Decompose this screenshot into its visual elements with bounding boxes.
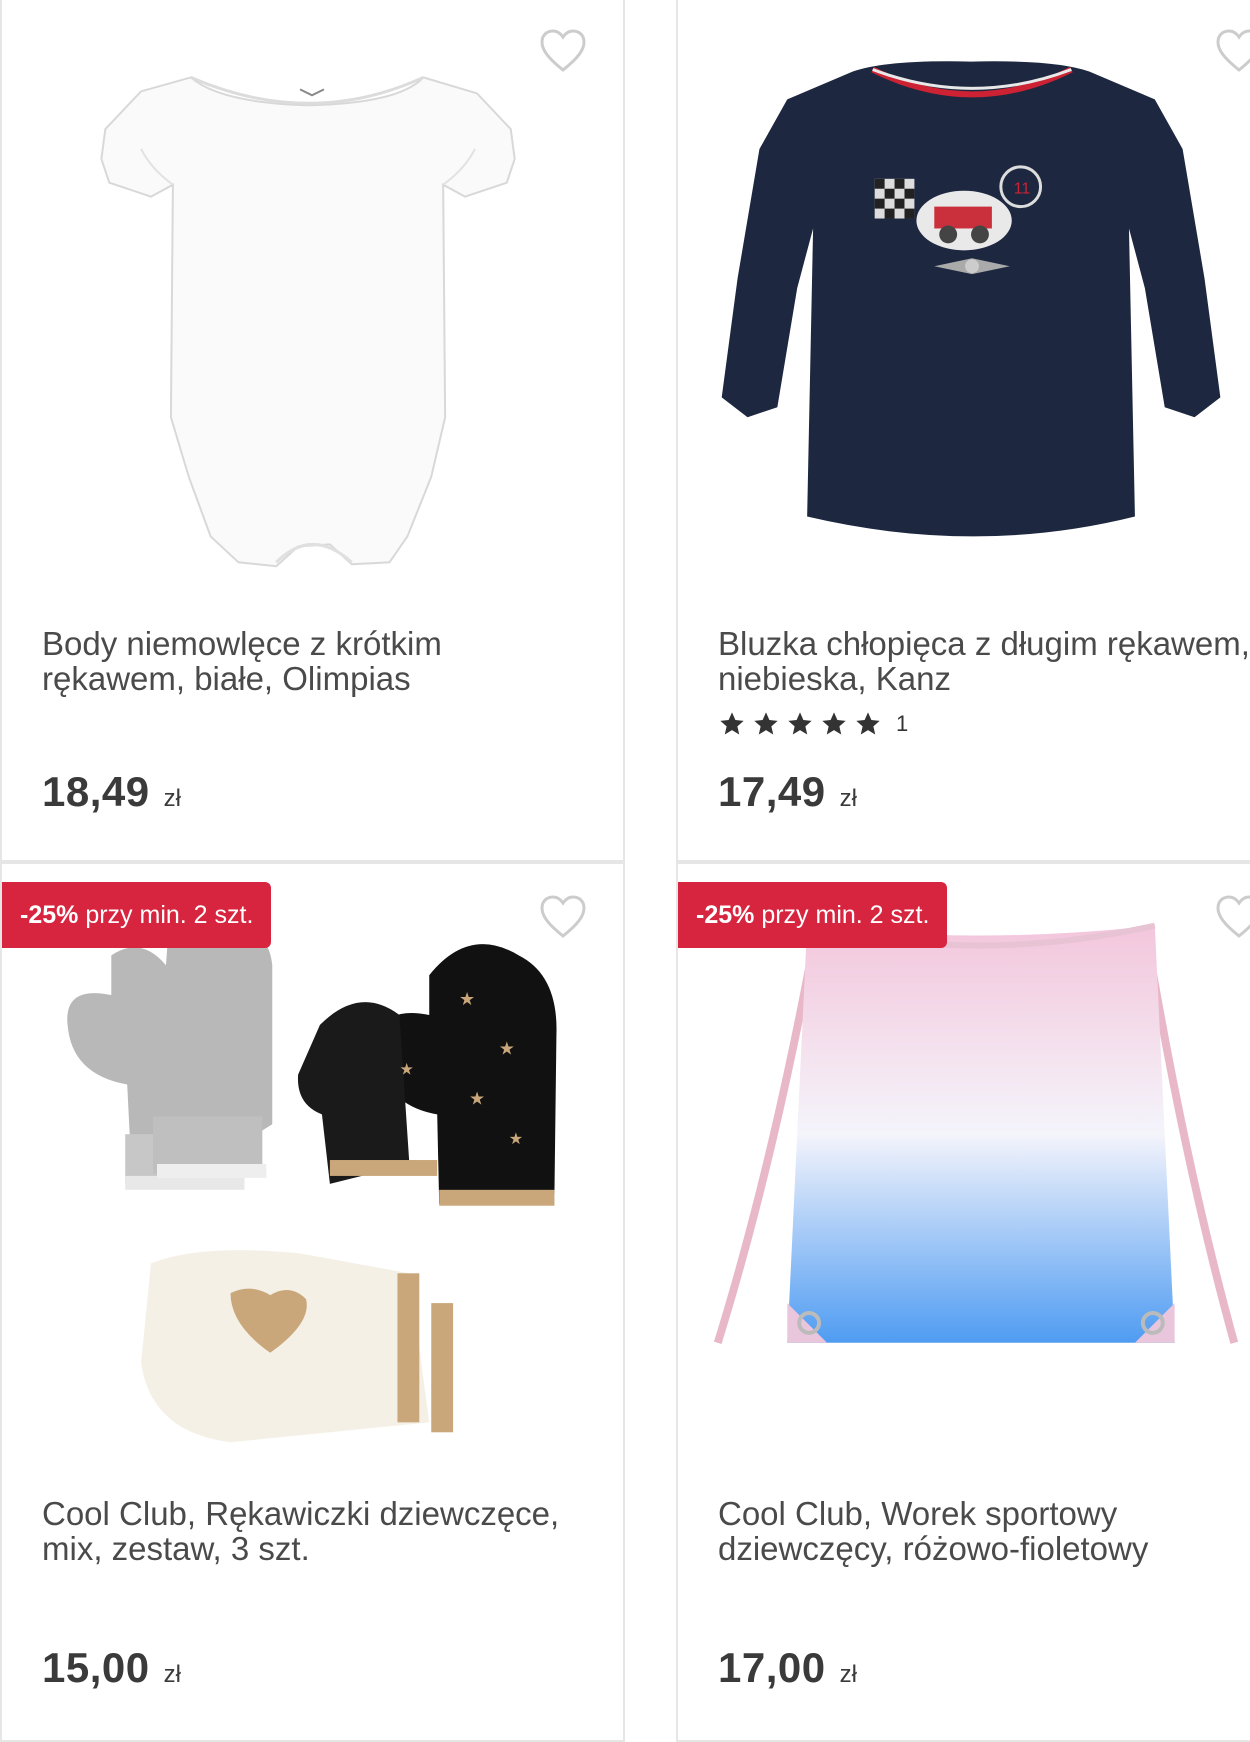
star-icon bbox=[822, 712, 846, 735]
product-image[interactable] bbox=[2, 0, 623, 598]
price-currency: zł bbox=[163, 1661, 181, 1688]
promo-text: przy min. 2 szt. bbox=[754, 901, 930, 929]
promo-discount: -25% bbox=[696, 901, 755, 929]
product-image[interactable]: ★ ★ ★ ★ ★ bbox=[2, 864, 623, 1464]
price-currency: zł bbox=[839, 1661, 857, 1688]
star-icon bbox=[720, 712, 744, 735]
product-rating: 1 bbox=[718, 710, 908, 738]
product-price: 18,49 zł bbox=[42, 768, 181, 816]
product-image[interactable]: 11 bbox=[678, 0, 1250, 598]
svg-text:★: ★ bbox=[399, 1062, 413, 1079]
product-card[interactable]: 11 Bluzka chłopięca z długim rękawem, ni… bbox=[676, 0, 1250, 862]
product-grid: Body niemowlęce z krótkim rękawem, białe… bbox=[0, 0, 1250, 1742]
product-name[interactable]: Body niemowlęce z krótkim rękawem, białe… bbox=[42, 626, 582, 696]
heart-outline-icon[interactable] bbox=[538, 28, 588, 74]
heart-outline-icon[interactable] bbox=[538, 894, 588, 940]
heart-outline-icon[interactable] bbox=[1214, 28, 1250, 74]
promo-discount: -25% bbox=[20, 901, 79, 929]
product-card[interactable]: ★ ★ ★ ★ ★ -25% przy min. 2 szt. Cool Clu… bbox=[0, 862, 625, 1742]
product-name[interactable]: Cool Club, Rękawiczki dziewczęce, mix, z… bbox=[42, 1496, 582, 1566]
svg-text:★: ★ bbox=[509, 1131, 523, 1148]
product-name[interactable]: Bluzka chłopięca z długim rękawem, niebi… bbox=[718, 626, 1250, 696]
product-price: 17,00 zł bbox=[718, 1644, 857, 1692]
product-card[interactable]: Body niemowlęce z krótkim rękawem, białe… bbox=[0, 0, 625, 862]
price-value: 15,00 bbox=[42, 1644, 150, 1691]
rating-count: 1 bbox=[896, 711, 909, 736]
product-price: 17,49 zł bbox=[718, 768, 857, 816]
svg-text:11: 11 bbox=[1014, 181, 1031, 198]
product-image[interactable] bbox=[678, 864, 1250, 1464]
price-value: 18,49 bbox=[42, 768, 150, 815]
star-icon bbox=[788, 712, 812, 735]
svg-text:★: ★ bbox=[469, 1088, 485, 1108]
star-icon bbox=[856, 712, 880, 735]
product-card[interactable]: -25% przy min. 2 szt. Cool Club, Worek s… bbox=[676, 862, 1250, 1742]
heart-outline-icon[interactable] bbox=[1214, 894, 1250, 940]
star-icon bbox=[754, 712, 778, 735]
promo-badge: -25% przy min. 2 szt. bbox=[678, 882, 948, 948]
price-currency: zł bbox=[163, 785, 181, 812]
promo-badge: -25% przy min. 2 szt. bbox=[2, 882, 272, 948]
product-price: 15,00 zł bbox=[42, 1644, 181, 1692]
promo-text: przy min. 2 szt. bbox=[78, 901, 254, 929]
svg-text:★: ★ bbox=[459, 989, 475, 1009]
svg-text:★: ★ bbox=[499, 1039, 515, 1059]
price-currency: zł bbox=[839, 785, 857, 812]
price-value: 17,49 bbox=[718, 768, 826, 815]
price-value: 17,00 bbox=[718, 1644, 826, 1691]
product-name[interactable]: Cool Club, Worek sportowy dziewczęcy, ró… bbox=[718, 1496, 1250, 1566]
